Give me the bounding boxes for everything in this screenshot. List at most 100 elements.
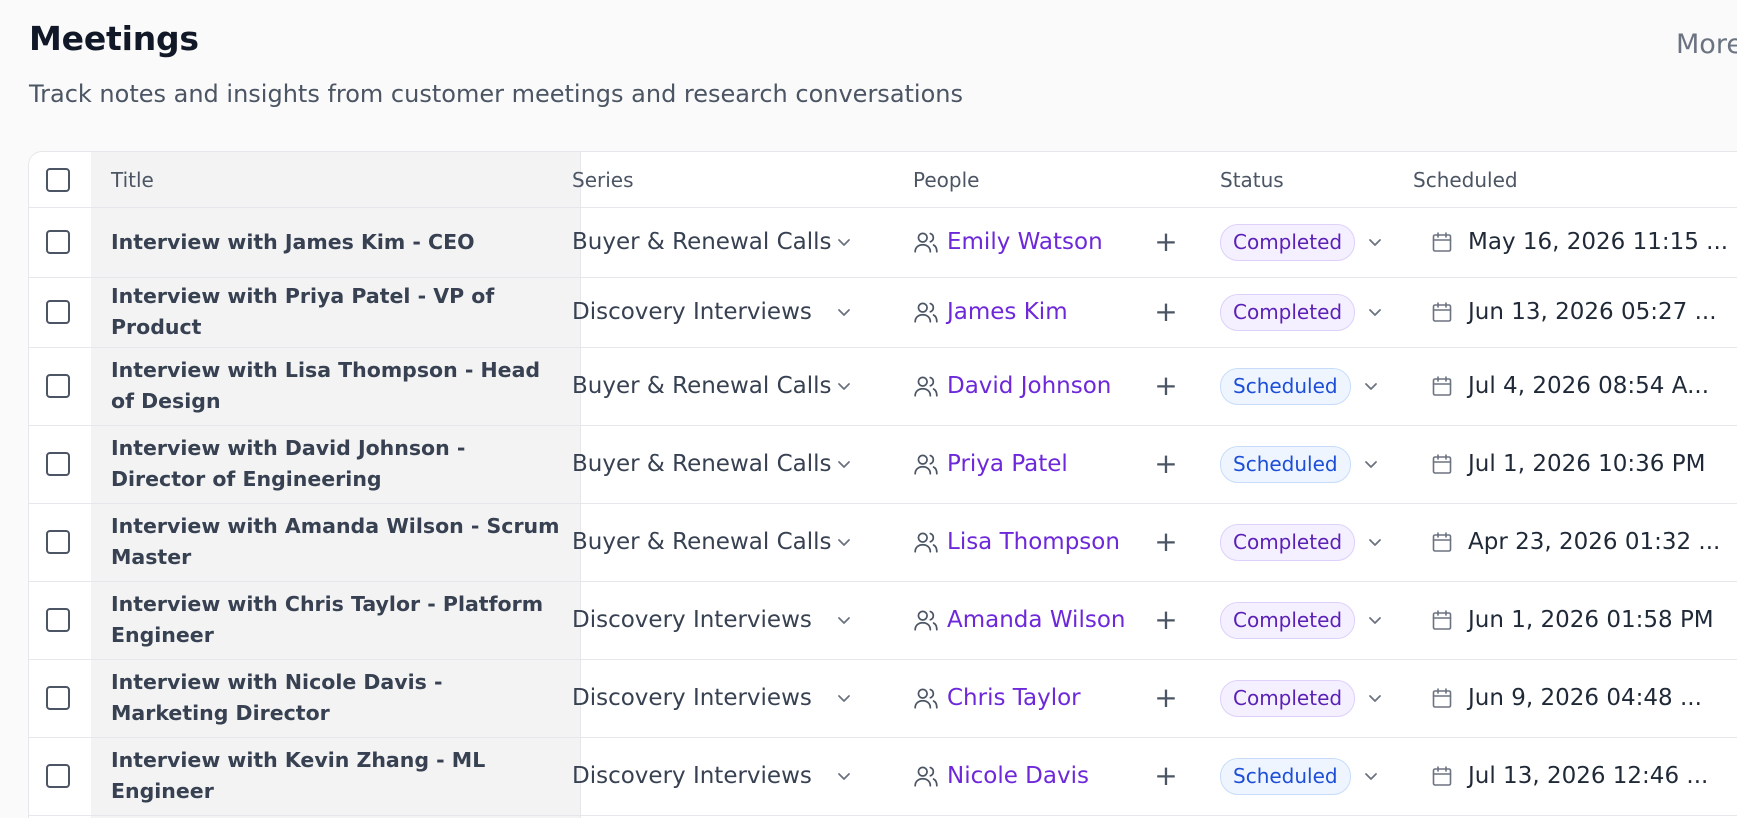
- table-row[interactable]: Interview with Lisa Thompson - Head of D…: [29, 347, 1737, 426]
- meeting-title[interactable]: Interview with Lisa Thompson - Head of D…: [111, 355, 566, 417]
- status-badge[interactable]: Scheduled: [1220, 757, 1351, 795]
- status-cell[interactable]: Completed: [1220, 277, 1420, 347]
- scheduled-cell[interactable]: Jun 13, 2026 05:27 ...: [1430, 277, 1737, 347]
- header-status[interactable]: Status: [1220, 168, 1284, 192]
- meeting-title[interactable]: Interview with Nicole Davis - Marketing …: [111, 667, 566, 729]
- meeting-title[interactable]: Interview with James Kim - CEO: [111, 227, 475, 258]
- person-link[interactable]: James Kim: [947, 299, 1154, 325]
- chevron-down-icon[interactable]: [1365, 532, 1385, 552]
- header-scheduled[interactable]: Scheduled: [1413, 168, 1518, 192]
- plus-icon[interactable]: +: [1154, 372, 1178, 400]
- status-cell[interactable]: Completed: [1220, 207, 1420, 277]
- table-row[interactable]: Interview with Chris Taylor - Platform E…: [29, 581, 1737, 660]
- row-checkbox[interactable]: [46, 530, 70, 554]
- row-checkbox[interactable]: [46, 374, 70, 398]
- table-row[interactable]: Interview with David Johnson - Director …: [29, 425, 1737, 504]
- scheduled-cell[interactable]: Jun 9, 2026 04:48 ...: [1430, 659, 1737, 737]
- person-link[interactable]: Chris Taylor: [947, 685, 1154, 711]
- chevron-down-icon[interactable]: [834, 610, 854, 630]
- title-cell[interactable]: Interview with Nicole Davis - Marketing …: [111, 659, 566, 737]
- header-people[interactable]: People: [913, 168, 979, 192]
- table-row[interactable]: Interview with Amanda Wilson - Scrum Mas…: [29, 503, 1737, 582]
- table-row[interactable]: Interview with Kevin Zhang - ML Engineer…: [29, 737, 1737, 816]
- person-link[interactable]: David Johnson: [947, 373, 1154, 399]
- chevron-down-icon[interactable]: [834, 454, 854, 474]
- series-cell[interactable]: Discovery Interviews: [572, 277, 892, 347]
- status-cell[interactable]: Completed: [1220, 503, 1420, 581]
- series-cell[interactable]: Discovery Interviews: [572, 737, 892, 815]
- title-cell[interactable]: Interview with Priya Patel - VP of Produ…: [111, 277, 566, 347]
- chevron-down-icon[interactable]: [834, 232, 854, 252]
- chevron-down-icon[interactable]: [1365, 610, 1385, 630]
- scheduled-cell[interactable]: Jul 1, 2026 10:36 PM: [1430, 425, 1737, 503]
- more-button[interactable]: More: [1676, 29, 1737, 60]
- series-cell[interactable]: Discovery Interviews: [572, 581, 892, 659]
- status-badge[interactable]: Completed: [1220, 679, 1356, 717]
- scheduled-cell[interactable]: Apr 23, 2026 01:32 ...: [1430, 503, 1737, 581]
- header-series[interactable]: Series: [572, 168, 634, 192]
- plus-icon[interactable]: +: [1154, 228, 1178, 256]
- plus-icon[interactable]: +: [1154, 298, 1178, 326]
- meeting-title[interactable]: Interview with Priya Patel - VP of Produ…: [111, 281, 566, 343]
- scheduled-cell[interactable]: Jun 1, 2026 01:58 PM: [1430, 581, 1737, 659]
- chevron-down-icon[interactable]: [834, 766, 854, 786]
- series-cell[interactable]: Buyer & Renewal Calls: [572, 425, 892, 503]
- status-badge[interactable]: Scheduled: [1220, 445, 1351, 483]
- table-row[interactable]: Interview with Priya Patel - VP of Produ…: [29, 277, 1737, 348]
- plus-icon[interactable]: +: [1154, 606, 1178, 634]
- meeting-title[interactable]: Interview with David Johnson - Director …: [111, 433, 566, 495]
- status-cell[interactable]: Completed: [1220, 581, 1420, 659]
- header-title[interactable]: Title: [111, 168, 154, 192]
- plus-icon[interactable]: +: [1154, 450, 1178, 478]
- series-cell[interactable]: Discovery Interviews: [572, 659, 892, 737]
- plus-icon[interactable]: +: [1154, 762, 1178, 790]
- person-link[interactable]: Emily Watson: [947, 229, 1154, 255]
- series-cell[interactable]: Buyer & Renewal Calls: [572, 347, 892, 425]
- person-link[interactable]: Amanda Wilson: [947, 607, 1154, 633]
- chevron-down-icon[interactable]: [1365, 232, 1385, 252]
- person-link[interactable]: Nicole Davis: [947, 763, 1154, 789]
- meeting-title[interactable]: Interview with Chris Taylor - Platform E…: [111, 589, 566, 651]
- meeting-title[interactable]: Interview with Amanda Wilson - Scrum Mas…: [111, 511, 566, 573]
- status-badge[interactable]: Completed: [1220, 223, 1356, 261]
- status-cell[interactable]: Scheduled: [1220, 425, 1420, 503]
- chevron-down-icon[interactable]: [834, 532, 854, 552]
- chevron-down-icon[interactable]: [1361, 766, 1381, 786]
- row-checkbox[interactable]: [46, 300, 70, 324]
- title-cell[interactable]: Interview with David Johnson - Director …: [111, 425, 566, 503]
- chevron-down-icon[interactable]: [834, 302, 854, 322]
- person-link[interactable]: Priya Patel: [947, 451, 1154, 477]
- title-cell[interactable]: Interview with Kevin Zhang - ML Engineer: [111, 737, 566, 815]
- scheduled-cell[interactable]: Jul 4, 2026 08:54 A...: [1430, 347, 1737, 425]
- plus-icon[interactable]: +: [1154, 684, 1178, 712]
- chevron-down-icon[interactable]: [1365, 302, 1385, 322]
- row-checkbox[interactable]: [46, 608, 70, 632]
- status-badge[interactable]: Completed: [1220, 523, 1356, 561]
- title-cell[interactable]: Interview with Amanda Wilson - Scrum Mas…: [111, 503, 566, 581]
- chevron-down-icon[interactable]: [1361, 376, 1381, 396]
- select-all-checkbox[interactable]: [46, 167, 70, 192]
- chevron-down-icon[interactable]: [1365, 688, 1385, 708]
- plus-icon[interactable]: +: [1154, 528, 1178, 556]
- title-cell[interactable]: Interview with Lisa Thompson - Head of D…: [111, 347, 566, 425]
- chevron-down-icon[interactable]: [834, 376, 854, 396]
- status-badge[interactable]: Completed: [1220, 601, 1356, 639]
- status-cell[interactable]: Scheduled: [1220, 737, 1420, 815]
- series-cell[interactable]: Buyer & Renewal Calls: [572, 503, 892, 581]
- status-cell[interactable]: Scheduled: [1220, 347, 1420, 425]
- title-cell[interactable]: Interview with James Kim - CEO: [111, 207, 566, 277]
- table-row[interactable]: Interview with James Kim - CEO Buyer & R…: [29, 207, 1737, 278]
- person-link[interactable]: Lisa Thompson: [947, 529, 1154, 555]
- scheduled-cell[interactable]: May 16, 2026 11:15 ...: [1430, 207, 1737, 277]
- status-badge[interactable]: Scheduled: [1220, 367, 1351, 405]
- status-badge[interactable]: Completed: [1220, 293, 1356, 331]
- series-cell[interactable]: Buyer & Renewal Calls: [572, 207, 892, 277]
- scheduled-cell[interactable]: Jul 13, 2026 12:46 ...: [1430, 737, 1737, 815]
- row-checkbox[interactable]: [46, 764, 70, 788]
- table-row[interactable]: Interview with Nicole Davis - Marketing …: [29, 659, 1737, 738]
- chevron-down-icon[interactable]: [1361, 454, 1381, 474]
- chevron-down-icon[interactable]: [834, 688, 854, 708]
- meeting-title[interactable]: Interview with Kevin Zhang - ML Engineer: [111, 745, 566, 807]
- status-cell[interactable]: Completed: [1220, 659, 1420, 737]
- row-checkbox[interactable]: [46, 686, 70, 710]
